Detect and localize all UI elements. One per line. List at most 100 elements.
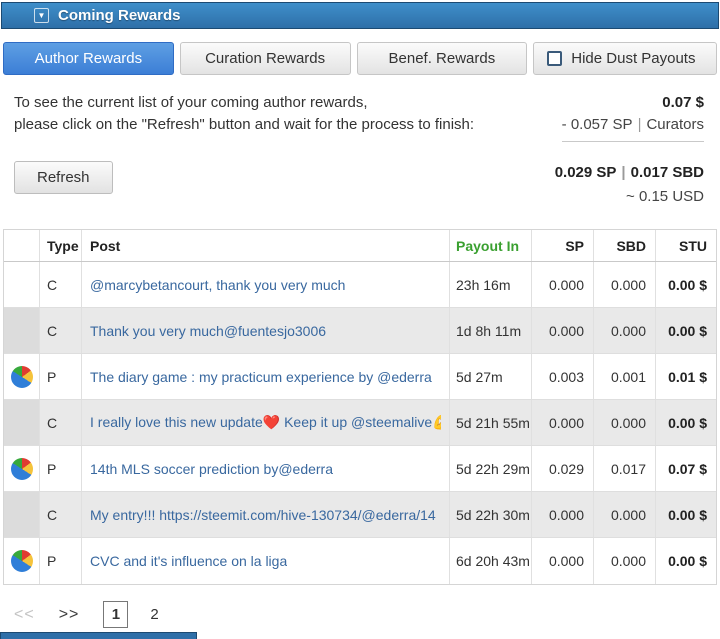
header-sp: SP <box>532 230 594 261</box>
post-type-icon-cell <box>4 354 40 399</box>
table-row: C I really love this new update❤️ Keep i… <box>4 400 716 446</box>
rewards-totals-block: 0.029 SP | 0.017 SBD ~ 0.15 USD <box>555 161 704 205</box>
tab-bar: Author Rewards Curation Rewards Benef. R… <box>3 42 717 75</box>
sp-cell: 0.000 <box>532 308 594 353</box>
stu-cell: 0.00 $ <box>668 506 707 523</box>
post-type-icon-cell <box>4 400 40 445</box>
pagination-page-1[interactable]: 1 <box>103 601 129 628</box>
header-icon-col <box>4 230 40 261</box>
hide-dust-label: Hide Dust Payouts <box>571 50 696 67</box>
payout-in-cell: 1d 8h 11m <box>450 308 532 353</box>
collapse-icon[interactable]: ▼ <box>34 8 49 23</box>
header-post: Post <box>82 230 450 261</box>
stu-cell: 0.00 $ <box>668 553 707 569</box>
row-type: C <box>40 400 82 445</box>
info-section: To see the current list of your coming a… <box>14 92 704 142</box>
hide-dust-checkbox[interactable] <box>547 51 563 66</box>
total-sbd: 0.017 SBD <box>630 164 704 181</box>
pie-chart-icon <box>10 365 33 388</box>
sbd-cell: 0.000 <box>594 538 656 584</box>
next-panel-header-partial <box>0 632 197 639</box>
pagination: << >> 1 2 <box>14 601 720 628</box>
refresh-section: Refresh 0.029 SP | 0.017 SBD ~ 0.15 USD <box>14 161 704 205</box>
info-line-1: To see the current list of your coming a… <box>14 94 368 111</box>
sp-cell: 0.000 <box>532 262 594 307</box>
header-stu: STU <box>679 237 707 254</box>
post-cell: My entry!!! https://steemit.com/hive-130… <box>82 492 450 537</box>
post-type-icon-cell <box>4 446 40 491</box>
payout-in-cell: 5d 27m <box>450 354 532 399</box>
pagination-first-button[interactable]: << <box>14 606 35 624</box>
table-row: P CVC and it's influence on la liga 6d 2… <box>4 538 716 584</box>
sbd-cell: 0.000 <box>594 492 656 537</box>
post-cell: I really love this new update❤️ Keep it … <box>82 400 450 445</box>
row-type: P <box>40 538 82 584</box>
post-type-icon-cell <box>4 308 40 353</box>
total-sp: 0.029 SP <box>554 164 617 181</box>
tab-author-rewards[interactable]: Author Rewards <box>3 42 174 75</box>
payout-in-cell: 5d 22h 30m <box>450 492 532 537</box>
post-link[interactable]: @marcybetancourt, thank you very much <box>90 277 345 293</box>
post-cell: 14th MLS soccer prediction by@ederra <box>82 446 450 491</box>
tab-curation-rewards[interactable]: Curation Rewards <box>179 42 351 75</box>
payout-in-cell: 6d 20h 43m <box>450 538 532 584</box>
row-type: P <box>40 354 82 399</box>
info-text: To see the current list of your coming a… <box>14 92 474 142</box>
row-type: C <box>40 262 82 307</box>
pagination-page-2[interactable]: 2 <box>150 606 158 623</box>
sbd-cell: 0.000 <box>594 262 656 307</box>
sp-cell: 0.029 <box>532 446 594 491</box>
stu-cell: 0.00 $ <box>668 276 707 293</box>
panel-header[interactable]: ▼ Coming Rewards <box>1 2 719 29</box>
sbd-cell: 0.000 <box>594 400 656 445</box>
sbd-cell: 0.017 <box>594 446 656 491</box>
sp-cell: 0.003 <box>532 354 594 399</box>
payout-in-cell: 23h 16m <box>450 262 532 307</box>
pending-sp-curators: - 0.057 SP | Curators <box>561 114 704 142</box>
table-row: C My entry!!! https://steemit.com/hive-1… <box>4 492 716 538</box>
sp-cell: 0.000 <box>532 538 594 584</box>
table-row: P The diary game : my practicum experien… <box>4 354 716 400</box>
pie-chart-icon <box>10 457 33 480</box>
pending-total-block: 0.07 $ - 0.057 SP | Curators <box>561 92 704 142</box>
table-row: C Thank you very much@fuentesjo3006 1d 8… <box>4 308 716 354</box>
table-row: C @marcybetancourt, thank you very much … <box>4 262 716 308</box>
post-link[interactable]: My entry!!! https://steemit.com/hive-130… <box>90 507 436 523</box>
stu-cell: 0.01 $ <box>668 368 707 385</box>
info-line-2: please click on the "Refresh" button and… <box>14 116 475 133</box>
sbd-cell: 0.001 <box>594 354 656 399</box>
row-type: P <box>40 446 82 491</box>
rewards-table: Type Post Payout In SP SBD STU C @marcyb… <box>3 229 717 585</box>
post-type-icon-cell <box>4 492 40 537</box>
pending-total-usd: 0.07 $ <box>662 94 704 111</box>
post-cell: The diary game : my practicum experience… <box>82 354 450 399</box>
post-link[interactable]: 14th MLS soccer prediction by@ederra <box>90 461 333 477</box>
payout-in-cell: 5d 21h 55m <box>450 400 532 445</box>
sp-sbd-totals: 0.029 SP | 0.017 SBD <box>555 161 704 181</box>
post-link[interactable]: CVC and it's influence on la liga <box>90 553 287 569</box>
stu-cell: 0.07 $ <box>668 460 707 477</box>
header-sbd: SBD <box>594 230 656 261</box>
post-link[interactable]: I really love this new update❤️ Keep it … <box>90 414 441 431</box>
curators-label: Curators <box>646 116 704 133</box>
row-type: C <box>40 308 82 353</box>
refresh-button[interactable]: Refresh <box>14 161 113 194</box>
tab-benef-rewards[interactable]: Benef. Rewards <box>356 42 528 75</box>
header-payout-in: Payout In <box>450 230 532 261</box>
stu-cell: 0.00 $ <box>668 414 707 431</box>
post-link[interactable]: The diary game : my practicum experience… <box>90 369 432 385</box>
table-header-row: Type Post Payout In SP SBD STU <box>4 230 716 262</box>
sp-cell: 0.000 <box>532 400 594 445</box>
sp-cell: 0.000 <box>532 492 594 537</box>
post-cell: CVC and it's influence on la liga <box>82 538 450 584</box>
sp-deduction: - 0.057 SP <box>561 116 633 133</box>
stu-cell: 0.00 $ <box>668 322 707 339</box>
hide-dust-payouts-toggle[interactable]: Hide Dust Payouts <box>533 42 717 75</box>
panel-title: Coming Rewards <box>58 7 181 24</box>
table-body: C @marcybetancourt, thank you very much … <box>4 262 716 584</box>
post-type-icon-cell <box>4 262 40 307</box>
post-link[interactable]: Thank you very much@fuentesjo3006 <box>90 323 326 339</box>
pagination-next-button[interactable]: >> <box>59 606 80 624</box>
payout-in-cell: 5d 22h 29m <box>450 446 532 491</box>
separator-pipe: | <box>637 116 642 133</box>
